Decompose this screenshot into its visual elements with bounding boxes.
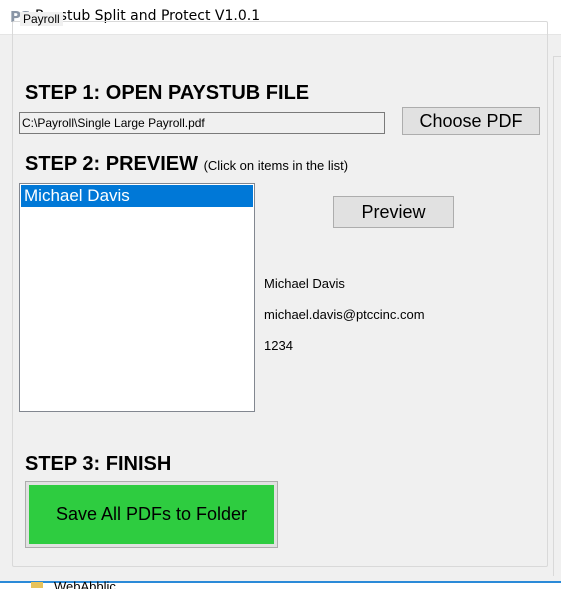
step2-heading-text: STEP 2: PREVIEW: [25, 153, 199, 175]
background-window-label: WebAbblic: [54, 579, 116, 589]
choose-pdf-button[interactable]: Choose PDF: [402, 107, 540, 135]
employee-email: michael.davis@ptccinc.com: [264, 307, 425, 322]
employee-listbox[interactable]: Michael Davis: [19, 183, 255, 412]
step2-heading: STEP 2: PREVIEW (Click on items in the l…: [25, 153, 348, 176]
groupbox-legend: Payroll: [20, 12, 63, 26]
step2-note: (Click on items in the list): [203, 158, 349, 173]
right-panel-edge: [553, 56, 561, 576]
employee-name: Michael Davis: [264, 276, 345, 291]
save-all-pdfs-button[interactable]: Save All PDFs to Folder: [29, 485, 274, 544]
preview-button[interactable]: Preview: [333, 196, 454, 228]
employee-id: 1234: [264, 338, 293, 353]
list-item[interactable]: Michael Davis: [21, 185, 253, 207]
file-path-field[interactable]: C:\Payroll\Single Large Payroll.pdf: [19, 112, 385, 134]
step1-heading: STEP 1: OPEN PAYSTUB FILE: [25, 82, 310, 104]
save-button-frame: Save All PDFs to Folder: [25, 481, 278, 548]
folder-icon: [31, 582, 43, 588]
step3-heading: STEP 3: FINISH: [25, 453, 172, 475]
